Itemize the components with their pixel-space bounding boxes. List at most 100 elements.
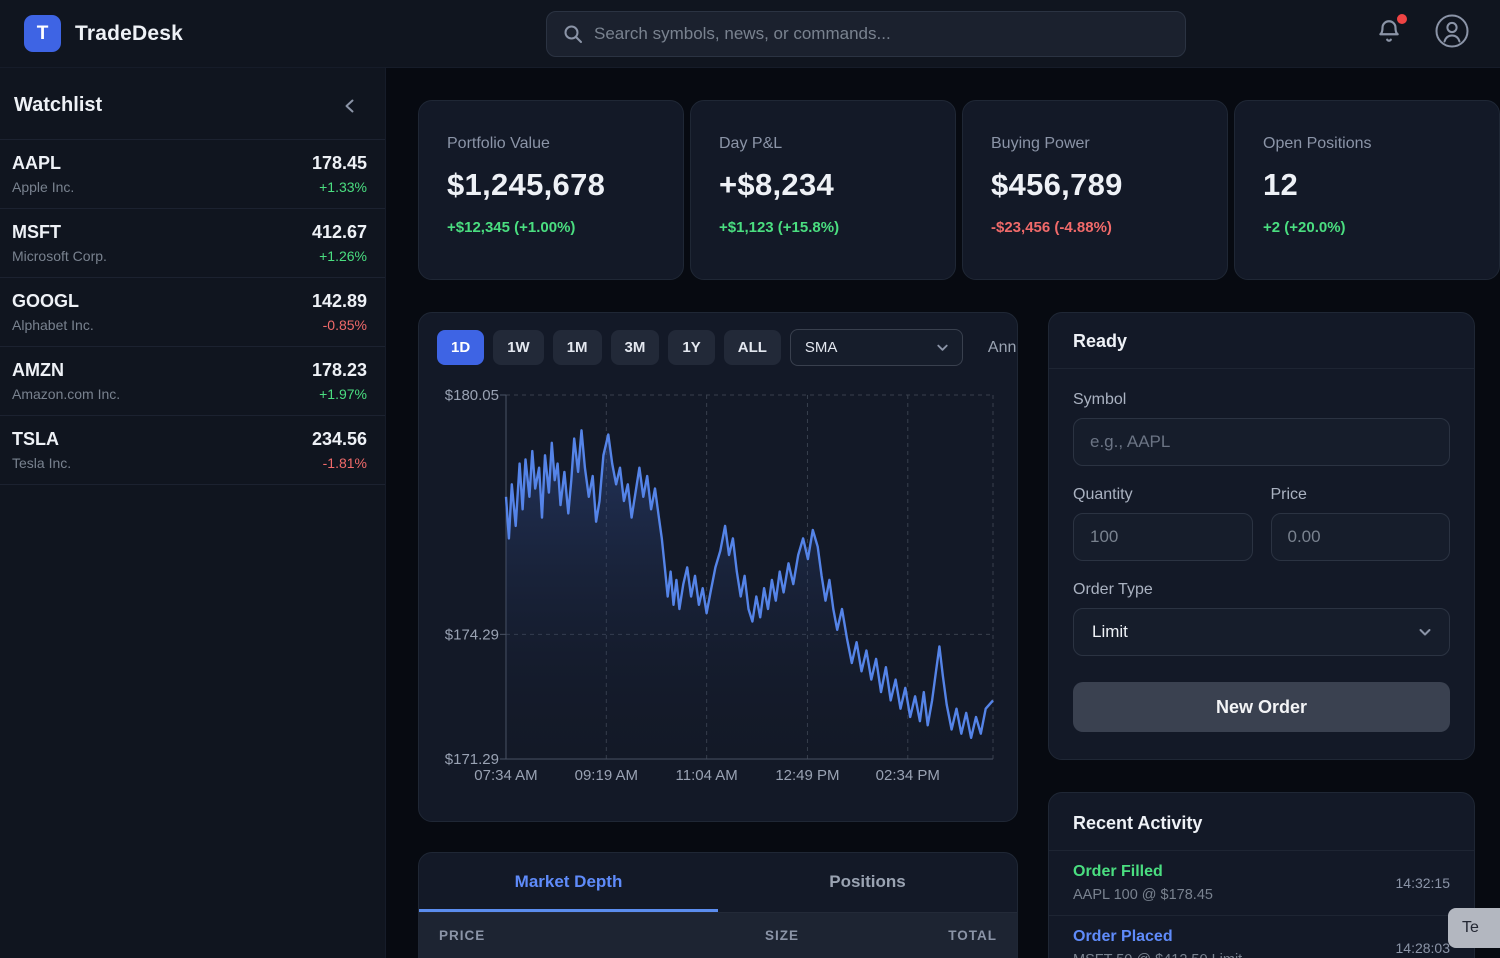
watchlist-row-msft[interactable]: MSFT Microsoft Corp. 412.67 +1.26% [0,209,385,278]
stat-value: +$8,234 [719,167,927,203]
stat-change: -$23,456 (-4.88%) [991,219,1199,236]
new-order-button[interactable]: New Order [1073,682,1450,732]
price-chart-panel: 1D 1W 1M 3M 1Y ALL SMA Anno [418,312,1018,822]
app-title: TradeDesk [75,22,183,46]
stats-row: Portfolio Value $1,245,678 +$12,345 (+1.… [418,100,1500,280]
stat-value: $1,245,678 [447,167,655,203]
quantity-field[interactable] [1073,513,1253,561]
collapse-sidebar-button[interactable] [341,97,359,115]
column-total: TOTAL [811,928,997,958]
stat-change: +$1,123 (+15.8%) [719,219,927,236]
annotations-label-clipped[interactable]: Anno [988,339,1017,357]
market-depth-panel: Market Depth Positions PRICE SIZE TOTAL [418,852,1018,958]
stat-label: Open Positions [1263,135,1471,153]
chevron-down-icon [935,340,950,355]
price-label: Price [1271,486,1451,504]
indicator-select[interactable]: SMA [790,329,963,366]
stat-card-buying-power: Buying Power $456,789 -$23,456 (-4.88%) [962,100,1228,280]
chart-toolbar: 1D 1W 1M 3M 1Y ALL SMA Anno [419,313,1017,376]
watchlist-row-googl[interactable]: GOOGL Alphabet Inc. 142.89 -0.85% [0,278,385,347]
watchlist-sidebar: Watchlist AAPL Apple Inc. 178.45 +1.33% … [0,68,386,958]
tab-positions[interactable]: Positions [718,853,1017,912]
symbol-field[interactable] [1073,418,1450,466]
watchlist-row-aapl[interactable]: AAPL Apple Inc. 178.45 +1.33% [0,140,385,209]
brand: T TradeDesk [24,15,386,52]
user-avatar-icon [1434,13,1470,49]
price: 178.45 [312,153,367,174]
global-search[interactable] [546,11,1186,57]
activity-time: 14:28:03 [1396,940,1451,956]
svg-text:$171.29: $171.29 [445,751,499,768]
order-type-select[interactable]: Limit [1073,608,1450,656]
stat-value: 12 [1263,167,1471,203]
activity-item[interactable]: Order Placed MSFT 50 @ $412.50 Limit 14:… [1049,916,1474,958]
search-input[interactable] [594,24,1169,44]
top-bar: T TradeDesk [0,0,1500,68]
price-chart-svg[interactable]: $180.05$174.29$171.2907:34 AM09:19 AM11:… [419,376,1018,818]
column-size: SIZE [625,928,811,958]
stat-change: +$12,345 (+1.00%) [447,219,655,236]
symbol: AMZN [12,360,120,381]
toast-text: Te [1462,919,1479,937]
timeframe-button-3m[interactable]: 3M [611,330,660,365]
company-name: Microsoft Corp. [12,248,107,264]
tab-market-depth[interactable]: Market Depth [419,853,718,912]
stat-card-day-pnl: Day P&L +$8,234 +$1,123 (+15.8%) [690,100,956,280]
price: 234.56 [312,429,367,450]
symbol: MSFT [12,222,107,243]
app-logo[interactable]: T [24,15,61,52]
activity-detail: MSFT 50 @ $412.50 Limit [1073,952,1242,958]
order-status: Ready [1049,313,1474,369]
company-name: Apple Inc. [12,179,74,195]
svg-text:02:34 PM: 02:34 PM [876,767,940,784]
change: -0.85% [312,317,367,333]
search-icon [563,24,583,44]
search-area [386,11,1346,57]
change: +1.97% [312,386,367,402]
timeframe-button-all[interactable]: ALL [724,330,781,365]
order-type-value: Limit [1092,622,1128,642]
change: +1.26% [312,248,367,264]
price: 178.23 [312,360,367,381]
symbol: AAPL [12,153,74,174]
depth-tabbar: Market Depth Positions [419,853,1017,913]
timeframe-button-1w[interactable]: 1W [493,330,544,365]
symbol-label: Symbol [1073,391,1450,409]
activity-event: Order Placed [1073,928,1242,946]
timeframe-button-1y[interactable]: 1Y [668,330,714,365]
timeframe-button-1m[interactable]: 1M [553,330,602,365]
recent-activity-panel: Recent Activity Order Filled AAPL 100 @ … [1048,792,1475,958]
svg-text:09:19 AM: 09:19 AM [575,767,638,784]
svg-text:12:49 PM: 12:49 PM [775,767,839,784]
column-price: PRICE [439,928,625,958]
watchlist-row-tsla[interactable]: TSLA Tesla Inc. 234.56 -1.81% [0,416,385,485]
activity-event: Order Filled [1073,863,1213,881]
timeframe-button-1d[interactable]: 1D [437,330,484,365]
chevron-left-icon [341,97,359,115]
order-type-label: Order Type [1073,581,1450,599]
symbol: TSLA [12,429,71,450]
activity-item[interactable]: Order Filled AAPL 100 @ $178.45 14:32:15 [1049,851,1474,916]
chart-generated: $180.05$174.29$171.2907:34 AM09:19 AM11:… [445,387,993,784]
company-name: Amazon.com Inc. [12,386,120,402]
stat-value: $456,789 [991,167,1199,203]
app-logo-letter: T [37,23,49,45]
notification-dot [1397,14,1407,24]
indicator-value: SMA [805,339,838,356]
order-ticket-panel: Ready Symbol Quantity Price [1048,312,1475,760]
watchlist-row-amzn[interactable]: AMZN Amazon.com Inc. 178.23 +1.97% [0,347,385,416]
stat-change: +2 (+20.0%) [1263,219,1471,236]
stat-label: Day P&L [719,135,927,153]
chevron-down-icon [1417,624,1433,640]
price: 412.67 [312,222,367,243]
watchlist-title: Watchlist [14,94,102,117]
activity-time: 14:32:15 [1396,875,1451,891]
svg-text:$180.05: $180.05 [445,387,499,404]
price-field[interactable] [1271,513,1451,561]
account-button[interactable] [1434,13,1470,54]
main-content: Portfolio Value $1,245,678 +$12,345 (+1.… [386,68,1500,958]
stat-card-open-positions: Open Positions 12 +2 (+20.0%) [1234,100,1500,280]
toast-clipped[interactable]: Te [1448,908,1500,948]
notifications-button[interactable] [1376,18,1402,49]
svg-text:$174.29: $174.29 [445,626,499,643]
